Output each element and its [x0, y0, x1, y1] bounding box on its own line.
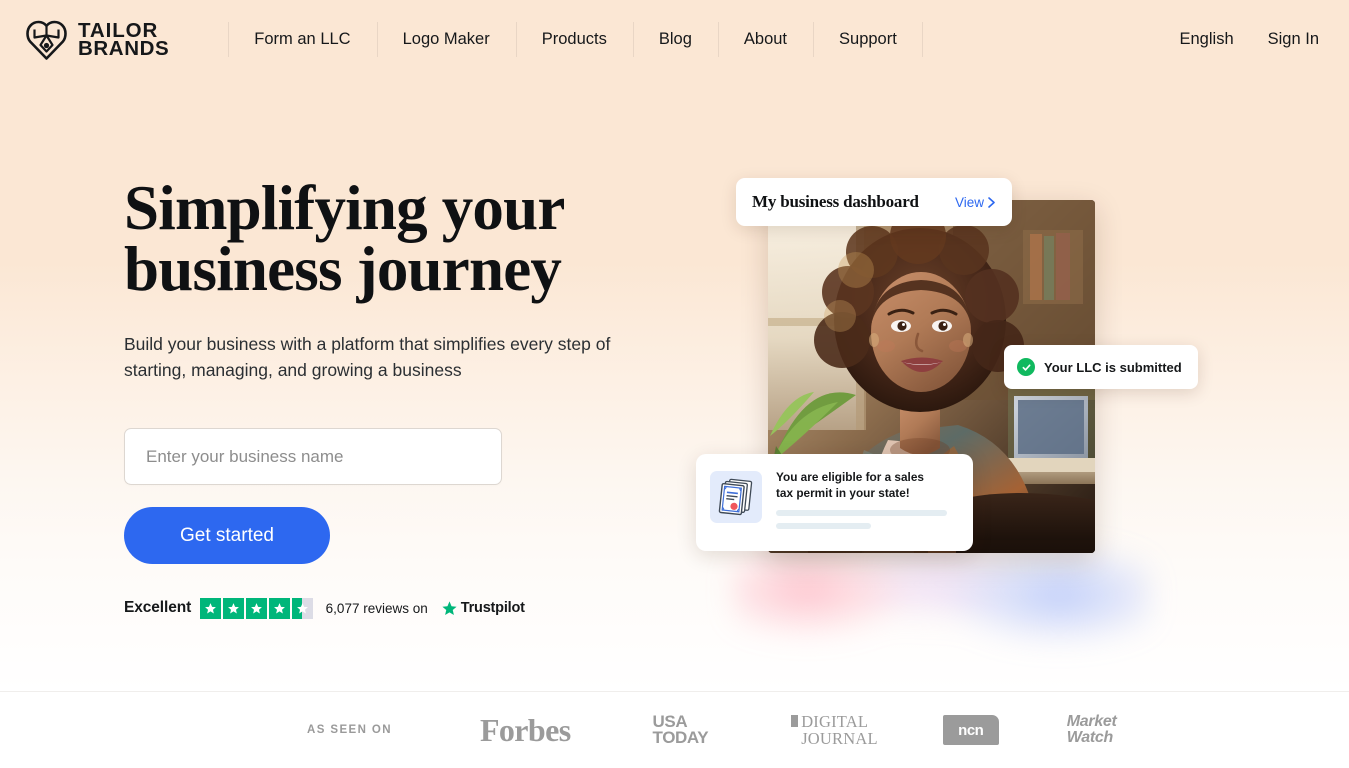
usa-today-line2: TODAY: [652, 728, 709, 747]
usa-today-logo[interactable]: USA TODAY: [652, 713, 709, 747]
nav-item-form-an-llc[interactable]: Form an LLC: [228, 0, 376, 79]
check-circle-icon: [1017, 358, 1035, 376]
hero-section: TAILOR BRANDS Form an LLC Logo Maker Pro…: [0, 0, 1349, 691]
marketwatch-line1: Market: [1066, 712, 1117, 730]
sign-in-link[interactable]: Sign In: [1268, 30, 1319, 49]
page-title: Simplifying your business journey: [124, 173, 684, 304]
headline-line-2: business journey: [124, 234, 562, 304]
star-icon: [246, 598, 267, 619]
trustpilot-rating-word: Excellent: [124, 599, 192, 617]
header-actions: English Sign In: [1180, 30, 1320, 49]
tax-permit-card[interactable]: You are eligible for a sales tax permit …: [696, 454, 973, 551]
press-logos: AS SEEN ON Forbes USA TODAY DIGITAL JOUR…: [307, 712, 1117, 749]
brand-name-line2: BRANDS: [78, 36, 170, 60]
tax-permit-title-line2: tax permit in your state!: [776, 485, 910, 500]
landing-page: TAILOR BRANDS Form an LLC Logo Maker Pro…: [0, 0, 1349, 768]
placeholder-bar: [776, 523, 871, 529]
half-star-icon: [292, 598, 313, 619]
language-selector[interactable]: English: [1180, 30, 1234, 49]
hero-visual: My business dashboard View Your LLC is s…: [696, 178, 1198, 658]
main-navigation: Form an LLC Logo Maker Products Blog Abo…: [228, 0, 923, 79]
star-icon: [223, 598, 244, 619]
certificate-document-icon: [710, 471, 762, 523]
brand-wordmark: TAILOR BRANDS: [78, 21, 170, 60]
dashboard-view-link[interactable]: View: [955, 195, 996, 210]
digital-journal-logo[interactable]: DIGITAL JOURNAL: [791, 713, 878, 747]
nav-item-support[interactable]: Support: [813, 0, 923, 79]
site-header: TAILOR BRANDS Form an LLC Logo Maker Pro…: [0, 0, 1349, 79]
nav-item-logo-maker[interactable]: Logo Maker: [376, 0, 516, 79]
trustpilot-stars: [200, 598, 313, 619]
dashboard-card-title: My business dashboard: [752, 192, 919, 211]
ncn-logo[interactable]: ncn: [942, 715, 999, 745]
trustpilot-brand-name: Trustpilot: [460, 600, 525, 617]
digital-journal-line1: DIGITAL: [801, 712, 869, 731]
forbes-logo[interactable]: Forbes: [480, 712, 571, 749]
get-started-button[interactable]: Get started: [124, 507, 330, 564]
nav-item-about[interactable]: About: [717, 0, 813, 79]
marketwatch-logo[interactable]: Market Watch: [1066, 712, 1117, 747]
hero-subtitle: Build your business with a platform that…: [124, 334, 611, 380]
brand-logo[interactable]: TAILOR BRANDS: [26, 20, 169, 60]
trustpilot-star-icon: [442, 601, 457, 615]
dashboard-view-label: View: [954, 194, 984, 210]
llc-status-badge: Your LLC is submitted: [1004, 345, 1198, 389]
hero-content: Simplifying your business journey Build …: [124, 173, 684, 619]
tailor-brands-heart-icon: [26, 20, 67, 60]
dashboard-card[interactable]: My business dashboard View: [736, 178, 1012, 226]
trustpilot-review-count: 6,077 reviews on: [325, 600, 428, 616]
star-icon: [200, 598, 221, 619]
marketwatch-line2: Watch: [1066, 729, 1114, 746]
llc-status-text: Your LLC is submitted: [1044, 359, 1182, 375]
star-icon: [269, 598, 290, 619]
trustpilot-rating[interactable]: Excellent 6,077 reviews on Trustpilot: [124, 598, 684, 619]
placeholder-bar: [776, 510, 947, 516]
nav-item-products[interactable]: Products: [515, 0, 633, 79]
trustpilot-logo: Trustpilot: [441, 600, 525, 617]
nav-item-blog[interactable]: Blog: [632, 0, 718, 79]
press-strip: AS SEEN ON Forbes USA TODAY DIGITAL JOUR…: [0, 691, 1349, 768]
chevron-right-icon: [988, 196, 995, 208]
digital-journal-line2: JOURNAL: [801, 729, 878, 748]
business-name-input[interactable]: [124, 428, 502, 485]
tax-permit-title-line1: You are eligible for a sales: [776, 470, 924, 484]
headline-line-1: Simplifying your: [124, 173, 565, 243]
press-label: AS SEEN ON: [307, 724, 392, 736]
tax-permit-body: You are eligible for a sales tax permit …: [776, 467, 959, 529]
